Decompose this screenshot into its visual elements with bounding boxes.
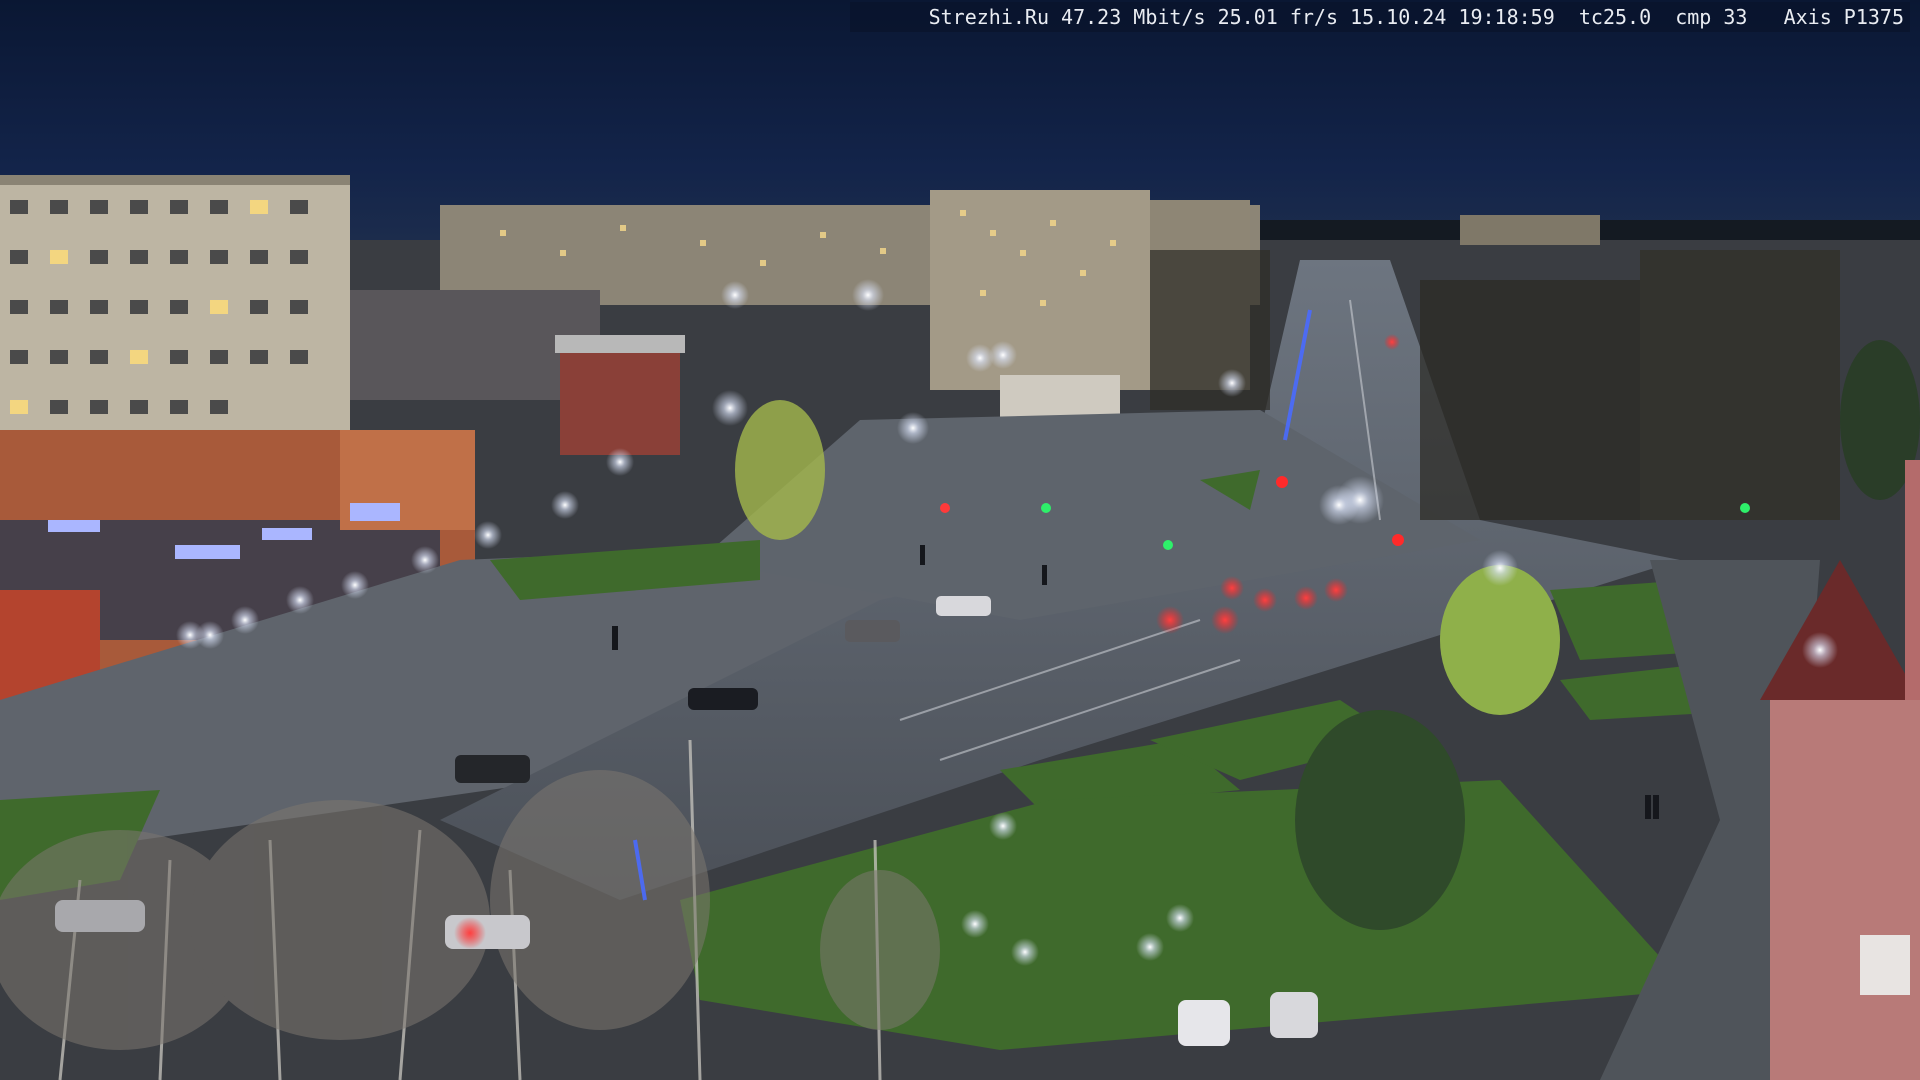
tc-label: tc25.0 [1578,5,1652,29]
webcam-frame: Strezhi.Ru 47.23 Mbit/s 25.01 fr/s 15.10… [0,0,1920,1080]
cmp-label: cmp 33 [1675,5,1748,29]
site-label: Strezhi.Ru [928,5,1049,29]
night-scene [0,0,1920,1080]
framerate-label: 25.01 fr/s [1217,5,1339,29]
time-label: 19:18:59 [1458,5,1555,29]
bitrate-label: 47.23 Mbit/s [1061,5,1206,29]
camera-model-label: Axis P1375 [1783,5,1904,29]
date-label: 15.10.24 [1350,5,1447,29]
camera-info-overlay: Strezhi.Ru 47.23 Mbit/s 25.01 fr/s 15.10… [850,2,1910,32]
